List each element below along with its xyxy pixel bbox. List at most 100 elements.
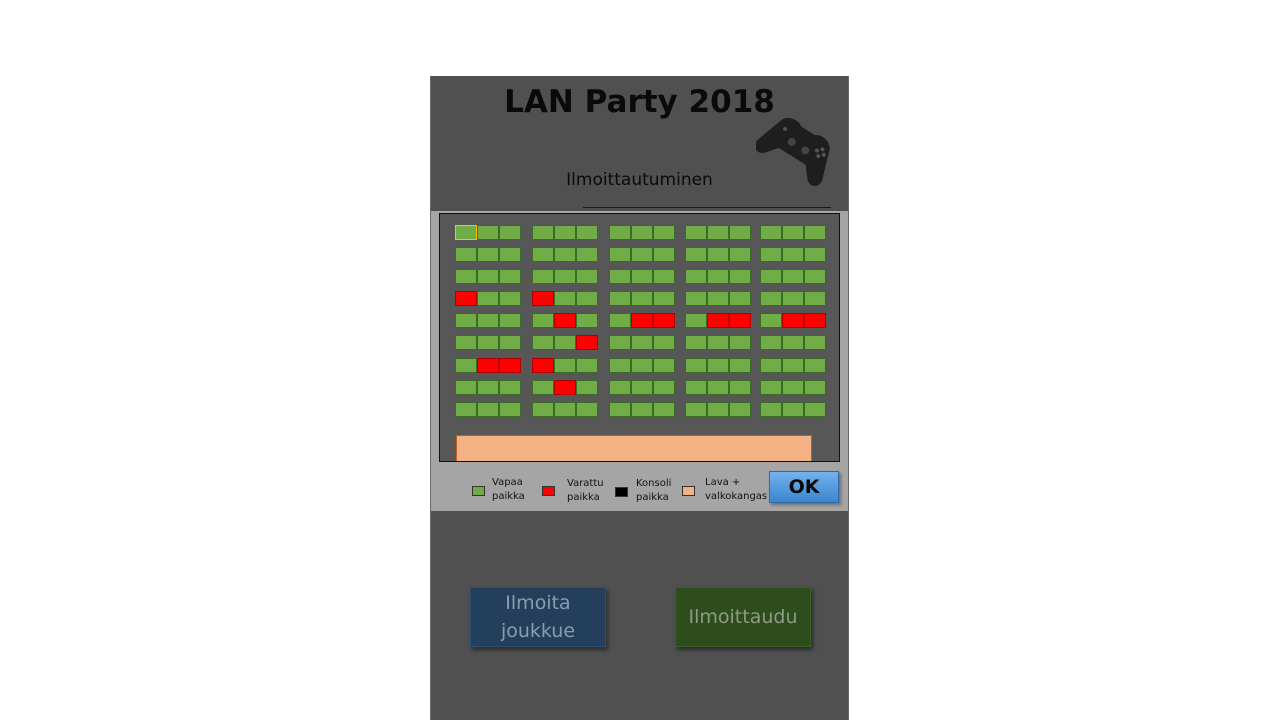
seat-1-7-2[interactable]	[477, 358, 499, 373]
seat-3-6-1[interactable]	[609, 335, 631, 350]
seat-2-5-1[interactable]	[532, 313, 554, 328]
seat-3-2-1[interactable]	[609, 247, 631, 262]
seat-5-8-3[interactable]	[804, 380, 826, 395]
seat-1-1-2[interactable]	[477, 225, 499, 240]
seat-1-8-3[interactable]	[499, 380, 521, 395]
seat-4-7-3[interactable]	[729, 358, 751, 373]
seat-3-7-1[interactable]	[609, 358, 631, 373]
seat-2-3-1[interactable]	[532, 269, 554, 284]
seat-3-2-3[interactable]	[653, 247, 675, 262]
seat-2-6-1[interactable]	[532, 335, 554, 350]
seat-4-5-3[interactable]	[729, 313, 751, 328]
seat-2-2-2[interactable]	[554, 247, 576, 262]
seat-4-9-2[interactable]	[707, 402, 729, 417]
seat-3-1-2[interactable]	[631, 225, 653, 240]
seat-1-4-3[interactable]	[499, 291, 521, 306]
seat-5-1-1[interactable]	[760, 225, 782, 240]
seat-2-4-3[interactable]	[576, 291, 598, 306]
seat-1-5-1[interactable]	[455, 313, 477, 328]
seat-4-1-3[interactable]	[729, 225, 751, 240]
seat-3-3-3[interactable]	[653, 269, 675, 284]
ok-button[interactable]: OK	[769, 471, 839, 503]
seat-4-1-2[interactable]	[707, 225, 729, 240]
seat-4-5-1[interactable]	[685, 313, 707, 328]
register-team-button[interactable]: Ilmoita joukkue	[470, 587, 606, 647]
seat-4-7-2[interactable]	[707, 358, 729, 373]
seat-5-9-2[interactable]	[782, 402, 804, 417]
seat-4-8-1[interactable]	[685, 380, 707, 395]
seat-3-9-1[interactable]	[609, 402, 631, 417]
seat-2-8-1[interactable]	[532, 380, 554, 395]
seat-4-6-2[interactable]	[707, 335, 729, 350]
seat-3-3-2[interactable]	[631, 269, 653, 284]
seat-4-2-2[interactable]	[707, 247, 729, 262]
seat-1-3-3[interactable]	[499, 269, 521, 284]
seat-2-7-1[interactable]	[532, 358, 554, 373]
seat-3-8-3[interactable]	[653, 380, 675, 395]
seat-4-9-1[interactable]	[685, 402, 707, 417]
seat-5-7-1[interactable]	[760, 358, 782, 373]
seat-4-4-1[interactable]	[685, 291, 707, 306]
seat-5-5-2[interactable]	[782, 313, 804, 328]
seat-1-6-2[interactable]	[477, 335, 499, 350]
seat-5-1-3[interactable]	[804, 225, 826, 240]
seat-3-1-1[interactable]	[609, 225, 631, 240]
seat-2-9-1[interactable]	[532, 402, 554, 417]
seat-3-7-2[interactable]	[631, 358, 653, 373]
seat-3-4-2[interactable]	[631, 291, 653, 306]
seat-3-7-3[interactable]	[653, 358, 675, 373]
seat-2-9-3[interactable]	[576, 402, 598, 417]
seat-5-5-3[interactable]	[804, 313, 826, 328]
seat-5-5-1[interactable]	[760, 313, 782, 328]
seat-5-3-2[interactable]	[782, 269, 804, 284]
seat-2-1-2[interactable]	[554, 225, 576, 240]
seat-4-2-1[interactable]	[685, 247, 707, 262]
seat-3-6-3[interactable]	[653, 335, 675, 350]
seat-5-8-1[interactable]	[760, 380, 782, 395]
seat-1-4-2[interactable]	[477, 291, 499, 306]
seat-2-1-1[interactable]	[532, 225, 554, 240]
seat-3-1-3[interactable]	[653, 225, 675, 240]
seat-4-8-3[interactable]	[729, 380, 751, 395]
seat-1-6-3[interactable]	[499, 335, 521, 350]
seat-3-3-1[interactable]	[609, 269, 631, 284]
seat-3-4-1[interactable]	[609, 291, 631, 306]
seat-4-6-1[interactable]	[685, 335, 707, 350]
seat-5-8-2[interactable]	[782, 380, 804, 395]
seat-3-5-3[interactable]	[653, 313, 675, 328]
seat-2-1-3[interactable]	[576, 225, 598, 240]
seat-5-9-1[interactable]	[760, 402, 782, 417]
seat-4-5-2[interactable]	[707, 313, 729, 328]
seat-1-9-1[interactable]	[455, 402, 477, 417]
seat-5-6-3[interactable]	[804, 335, 826, 350]
seat-2-6-2[interactable]	[554, 335, 576, 350]
seat-2-2-3[interactable]	[576, 247, 598, 262]
seat-3-5-2[interactable]	[631, 313, 653, 328]
seat-2-8-2[interactable]	[554, 380, 576, 395]
seat-1-2-1[interactable]	[455, 247, 477, 262]
seat-5-2-3[interactable]	[804, 247, 826, 262]
seat-2-5-2[interactable]	[554, 313, 576, 328]
seat-1-7-3[interactable]	[499, 358, 521, 373]
seat-4-4-3[interactable]	[729, 291, 751, 306]
seat-1-8-2[interactable]	[477, 380, 499, 395]
seat-4-3-3[interactable]	[729, 269, 751, 284]
seat-4-4-2[interactable]	[707, 291, 729, 306]
seat-5-6-1[interactable]	[760, 335, 782, 350]
seat-2-4-1[interactable]	[532, 291, 554, 306]
seat-2-9-2[interactable]	[554, 402, 576, 417]
seat-3-8-2[interactable]	[631, 380, 653, 395]
seat-5-4-2[interactable]	[782, 291, 804, 306]
seat-3-6-2[interactable]	[631, 335, 653, 350]
seat-2-7-2[interactable]	[554, 358, 576, 373]
seat-4-2-3[interactable]	[729, 247, 751, 262]
seat-1-9-2[interactable]	[477, 402, 499, 417]
seat-5-7-2[interactable]	[782, 358, 804, 373]
seat-3-2-2[interactable]	[631, 247, 653, 262]
seat-4-8-2[interactable]	[707, 380, 729, 395]
seat-5-2-2[interactable]	[782, 247, 804, 262]
seat-2-3-2[interactable]	[554, 269, 576, 284]
seat-2-2-1[interactable]	[532, 247, 554, 262]
seat-4-7-1[interactable]	[685, 358, 707, 373]
seat-5-9-3[interactable]	[804, 402, 826, 417]
